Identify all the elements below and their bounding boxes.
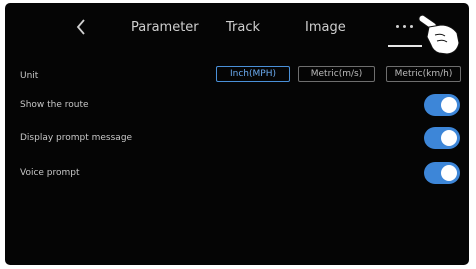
- dot: [403, 25, 406, 28]
- show-route-label: Show the route: [20, 100, 89, 110]
- unit-option-metric-kmh[interactable]: Metric(km/h): [386, 66, 461, 82]
- voice-prompt-toggle[interactable]: [424, 162, 460, 184]
- unit-option-metric-ms[interactable]: Metric(m/s): [298, 66, 375, 82]
- show-route-toggle[interactable]: [424, 94, 460, 116]
- toggle-knob: [441, 130, 457, 146]
- unit-label: Unit: [20, 71, 39, 81]
- unit-option-inch-mph[interactable]: Inch(MPH): [216, 66, 290, 82]
- tab-track[interactable]: Track: [226, 20, 260, 35]
- display-prompt-toggle[interactable]: [424, 127, 460, 149]
- voice-prompt-row: Voice prompt: [5, 161, 469, 189]
- voice-prompt-label: Voice prompt: [20, 168, 80, 178]
- tab-image[interactable]: Image: [305, 20, 346, 35]
- tab-parameter[interactable]: Parameter: [131, 20, 199, 35]
- chevron-left-icon[interactable]: [75, 18, 87, 36]
- dot: [396, 25, 399, 28]
- dot: [410, 25, 413, 28]
- display-prompt-row: Display prompt message: [5, 126, 469, 154]
- show-route-row: Show the route: [5, 93, 469, 121]
- top-nav-bar: Parameter Track Image: [5, 3, 469, 51]
- pointing-hand-icon: [418, 14, 460, 55]
- display-prompt-label: Display prompt message: [20, 133, 133, 143]
- unit-row: Unit Inch(MPH) Metric(m/s) Metric(km/h): [5, 64, 469, 92]
- toggle-knob: [441, 97, 457, 113]
- toggle-knob: [441, 165, 457, 181]
- settings-screen: Parameter Track Image Unit Inch(MPH) Met…: [5, 3, 469, 265]
